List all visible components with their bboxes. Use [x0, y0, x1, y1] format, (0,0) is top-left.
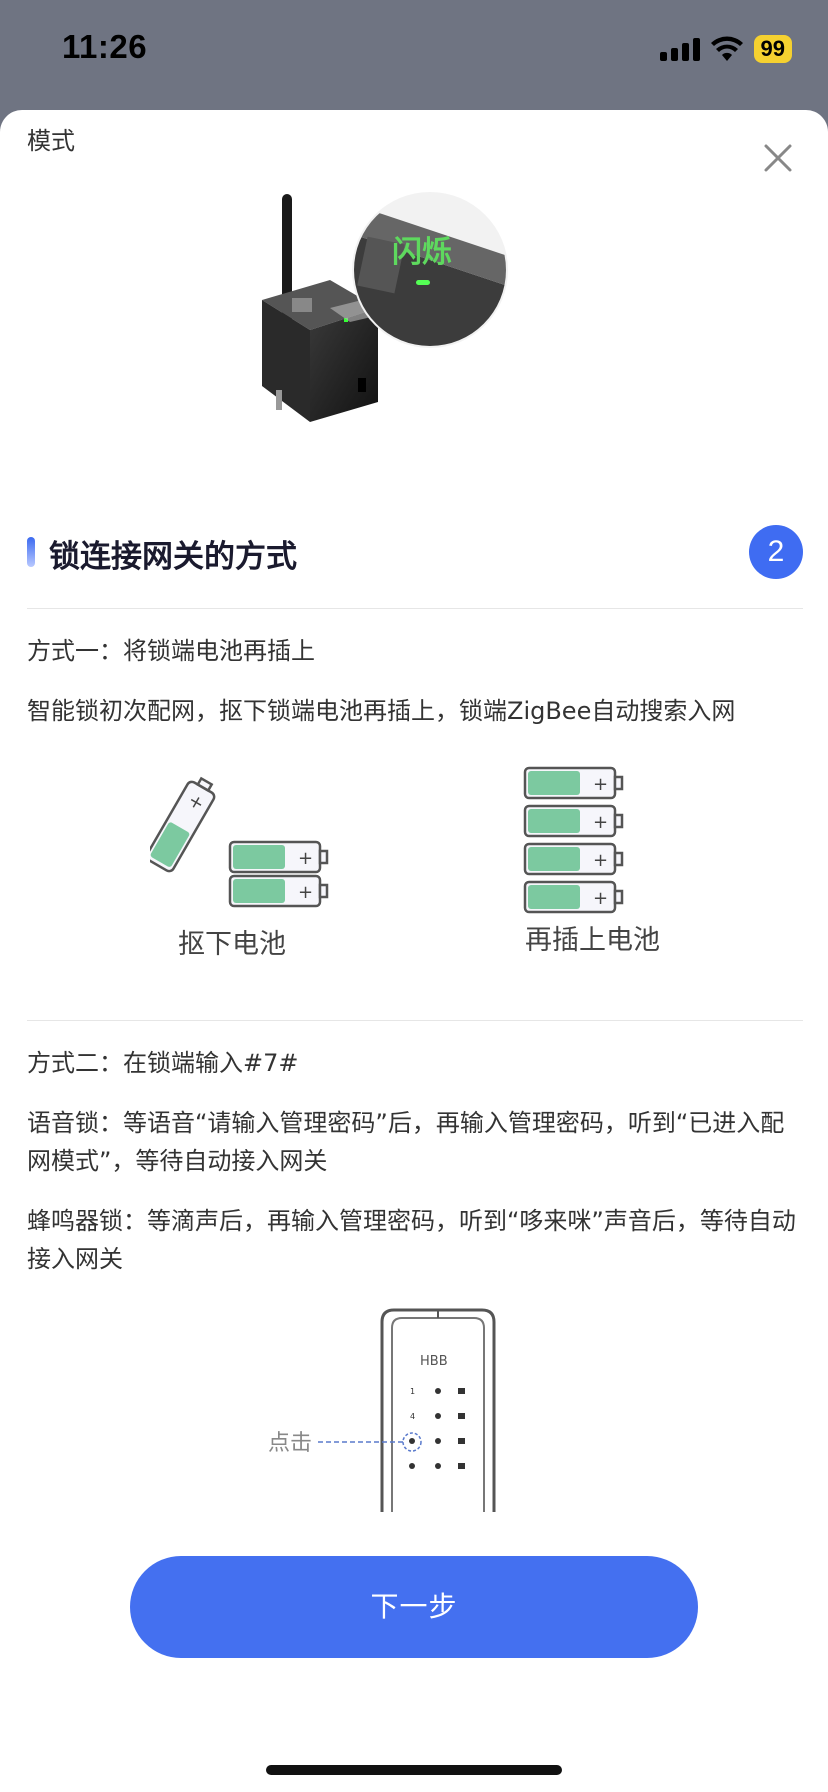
- click-label: 点击: [268, 1431, 312, 1456]
- home-indicator: [266, 1765, 562, 1775]
- section-header: 锁连接网关的方式 2: [27, 525, 803, 581]
- buzzer-lock-desc: 蜂鸣器锁：等滴声后，再输入管理密码，听到“哆来咪”声音后，等待自动接入网关: [27, 1207, 796, 1273]
- svg-text:+: +: [298, 882, 313, 903]
- svg-text:4: 4: [410, 1412, 415, 1421]
- divider: [27, 1020, 803, 1021]
- status-time: 11:26: [62, 28, 148, 65]
- method1-title: 方式一：将锁端电池再插上: [27, 637, 315, 665]
- insert-battery-illustration: + + + +: [523, 766, 624, 914]
- next-step-button[interactable]: 下一步: [130, 1556, 698, 1658]
- battery-indicator: 99: [753, 35, 792, 63]
- wifi-icon: [710, 36, 743, 61]
- close-icon[interactable]: [760, 140, 796, 176]
- step-badge: 2: [749, 525, 803, 579]
- divider: [27, 608, 803, 609]
- bottom-sheet: 模式 闪烁 锁连接网关的方式 2 方式一：将锁端电池再插上 智能锁初次配网，抠下…: [0, 110, 828, 1792]
- svg-text:+: +: [593, 812, 608, 833]
- svg-text:1: 1: [410, 1387, 415, 1396]
- svg-text:+: +: [298, 848, 313, 869]
- blink-label: 闪烁: [392, 235, 452, 270]
- cut-off-line: [27, 110, 787, 122]
- remove-battery-illustration: + + +: [150, 776, 329, 908]
- status-icons: 99: [659, 34, 792, 64]
- section-accent-bar: [27, 537, 35, 567]
- svg-text:+: +: [593, 888, 608, 909]
- svg-text:+: +: [593, 774, 608, 795]
- status-bar: 11:26 99: [0, 0, 828, 108]
- section-title: 锁连接网关的方式: [49, 539, 297, 575]
- method1-desc: 智能锁初次配网，抠下锁端电池再插上，锁端ZigBee自动搜索入网: [27, 697, 736, 725]
- cut-off-text-tail: 模式: [27, 127, 75, 155]
- cut-off-text: 模式: [27, 110, 787, 160]
- svg-text:HBB: HBB: [420, 1354, 448, 1369]
- svg-text:+: +: [593, 850, 608, 871]
- lock-keypad-illustration: HBB 1 4 点击: [268, 1308, 496, 1512]
- method2-title: 方式二：在锁端输入#7#: [27, 1049, 299, 1077]
- cellular-signal-icon: [659, 37, 700, 61]
- voice-lock-desc: 语音锁：等语音“请输入管理密码”后，再输入管理密码，听到“已进入配网模式”，等待…: [27, 1109, 785, 1175]
- caption-remove-battery: 抠下电池: [178, 929, 286, 960]
- gateway-illustration: 闪烁: [262, 192, 508, 422]
- caption-insert-battery: 再插上电池: [525, 925, 660, 956]
